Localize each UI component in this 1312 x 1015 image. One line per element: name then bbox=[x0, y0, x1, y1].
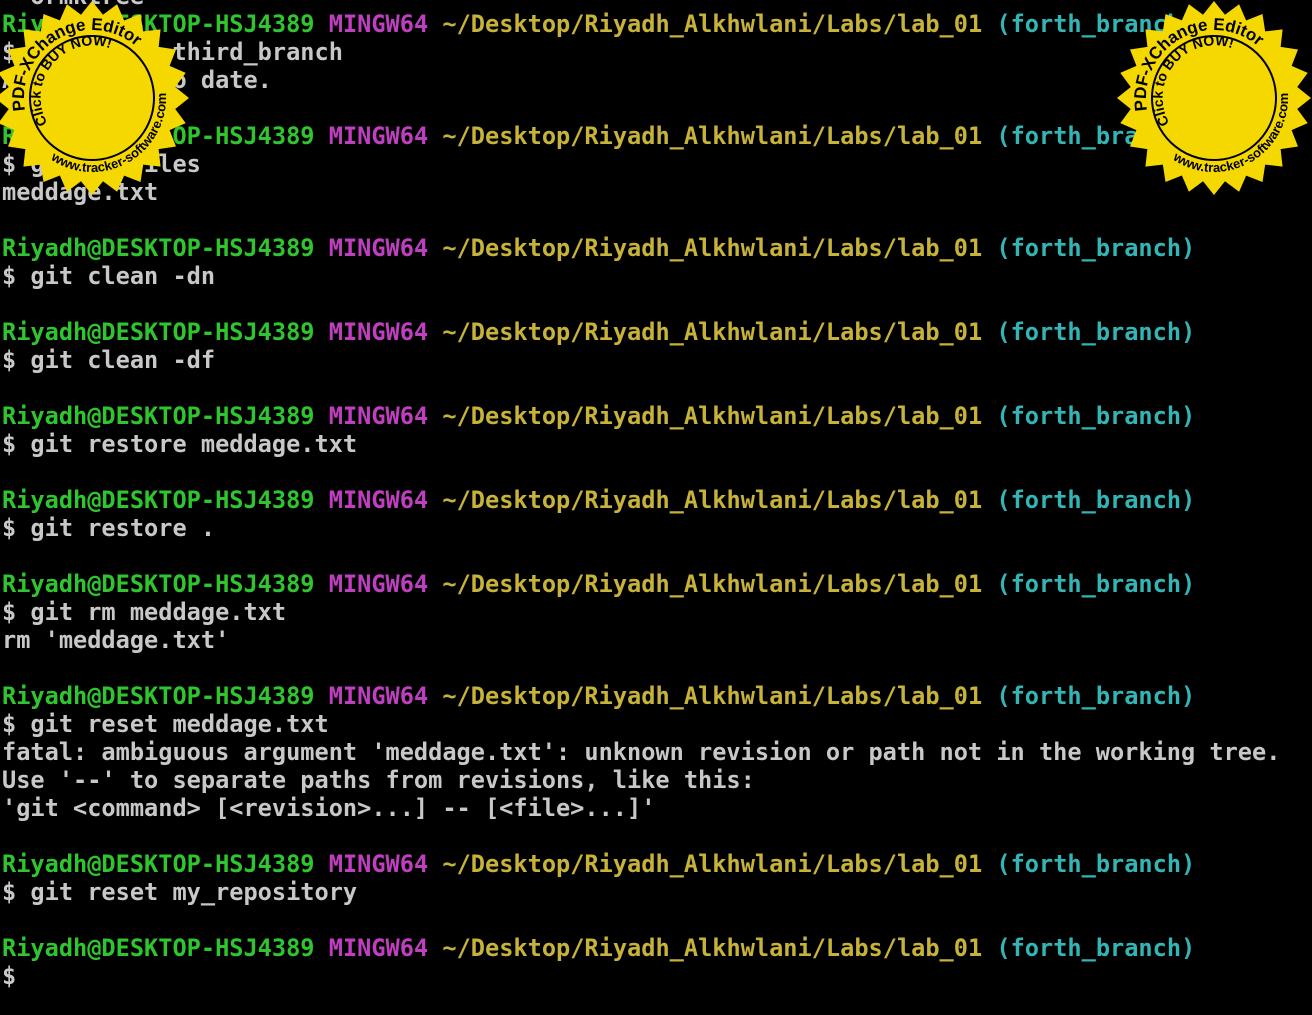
prompt-path: ~/Desktop/Riyadh_Alkhwlani/Labs/lab_01 bbox=[442, 402, 983, 430]
prompt-system: MINGW64 bbox=[328, 850, 429, 878]
prompt-user-host: Riyadh@DESKTOP-HSJ4389 bbox=[2, 934, 315, 962]
output-line: Use '--' to separate paths from revision… bbox=[2, 766, 755, 794]
prompt-branch: (forth_branch) bbox=[996, 934, 1196, 962]
output-line: rm 'meddage.txt' bbox=[2, 626, 230, 654]
command-line: $ git clean -df bbox=[2, 346, 216, 374]
prompt-line: Riyadh@DESKTOP-HSJ4389 MINGW64 ~/Desktop… bbox=[2, 318, 1280, 346]
output-line: Already up to date. bbox=[2, 66, 272, 94]
prompt-line: Riyadh@DESKTOP-HSJ4389 MINGW64 ~/Desktop… bbox=[2, 682, 1280, 710]
prompt-user-host: Riyadh@DESKTOP-HSJ4389 bbox=[2, 570, 315, 598]
prompt-branch: (forth_branch) bbox=[996, 402, 1196, 430]
prompt-path: ~/Desktop/Riyadh_Alkhwlani/Labs/lab_01 bbox=[442, 318, 983, 346]
prompt-user-host: Riyadh@DESKTOP-HSJ4389 bbox=[2, 402, 315, 430]
pdf-xchange-watermark-left[interactable]: PDF-XChange Editor Click to BUY NOW! www… bbox=[0, 0, 192, 198]
prompt-line: Riyadh@DESKTOP-HSJ4389 MINGW64 ~/Desktop… bbox=[2, 10, 1280, 38]
prompt-branch: (forth_branch) bbox=[996, 682, 1196, 710]
prompt-system: MINGW64 bbox=[328, 122, 429, 150]
command-line: $ git clean -dn bbox=[2, 262, 216, 290]
prompt-user-host: Riyadh@DESKTOP-HSJ4389 bbox=[2, 318, 315, 346]
prompt-branch: (forth_branch) bbox=[996, 850, 1196, 878]
command-line: $ git reset my_repository bbox=[2, 878, 358, 906]
prompt-system: MINGW64 bbox=[328, 234, 429, 262]
prompt-path: ~/Desktop/Riyadh_Alkhwlani/Labs/lab_01 bbox=[442, 122, 983, 150]
prompt-line: Riyadh@DESKTOP-HSJ4389 MINGW64 ~/Desktop… bbox=[2, 570, 1280, 598]
command-line: $ git ls-files bbox=[2, 150, 1280, 178]
prompt-path: ~/Desktop/Riyadh_Alkhwlani/Labs/lab_01 bbox=[442, 850, 983, 878]
prompt-line: Riyadh@DESKTOP-HSJ4389 MINGW64 ~/Desktop… bbox=[2, 402, 1280, 430]
pdf-xchange-watermark-right[interactable]: PDF-XChange Editor Click to BUY NOW! www… bbox=[1114, 0, 1312, 198]
prompt-branch: (forth_branch) bbox=[996, 570, 1196, 598]
prompt-path: ~/Desktop/Riyadh_Alkhwlani/Labs/lab_01 bbox=[442, 234, 983, 262]
output-line: meddage.txt bbox=[2, 178, 159, 206]
prompt-line: Riyadh@DESKTOP-HSJ4389 MINGW64 ~/Desktop… bbox=[2, 234, 1280, 262]
command-line: $ git restore . bbox=[2, 514, 216, 542]
prompt-line: Riyadh@DESKTOP-HSJ4389 MINGW64 ~/Desktop… bbox=[2, 934, 1280, 962]
prompt-system: MINGW64 bbox=[328, 10, 429, 38]
command-line: $ git rm meddage.txt bbox=[2, 598, 287, 626]
prompt-path: ~/Desktop/Riyadh_Alkhwlani/Labs/lab_01 bbox=[442, 486, 983, 514]
prompt-path: ~/Desktop/Riyadh_Alkhwlani/Labs/lab_01 bbox=[442, 570, 983, 598]
terminal-window[interactable]: ormktreeRiyadh@DESKTOP-HSJ4389 MINGW64 ~… bbox=[0, 0, 1312, 1015]
prompt-user-host: Riyadh@DESKTOP-HSJ4389 bbox=[2, 234, 315, 262]
command-line: $ bbox=[2, 962, 17, 990]
output-line: ormktree bbox=[2, 0, 1280, 10]
prompt-user-host: Riyadh@DESKTOP-HSJ4389 bbox=[2, 850, 315, 878]
prompt-user-host: Riyadh@DESKTOP-HSJ4389 bbox=[2, 682, 315, 710]
prompt-path: ~/Desktop/Riyadh_Alkhwlani/Labs/lab_01 bbox=[442, 934, 983, 962]
prompt-system: MINGW64 bbox=[328, 402, 429, 430]
prompt-path: ~/Desktop/Riyadh_Alkhwlani/Labs/lab_01 bbox=[442, 10, 983, 38]
output-line: fatal: ambiguous argument 'meddage.txt':… bbox=[2, 738, 1281, 766]
prompt-system: MINGW64 bbox=[328, 934, 429, 962]
prompt-system: MINGW64 bbox=[328, 486, 429, 514]
output-line: 'git <command> [<revision>...] -- [<file… bbox=[2, 794, 656, 822]
prompt-user-host: Riyadh@DESKTOP-HSJ4389 bbox=[2, 486, 315, 514]
prompt-path: ~/Desktop/Riyadh_Alkhwlani/Labs/lab_01 bbox=[442, 682, 983, 710]
prompt-line: Riyadh@DESKTOP-HSJ4389 MINGW64 ~/Desktop… bbox=[2, 486, 1280, 514]
prompt-line: Riyadh@DESKTOP-HSJ4389 MINGW64 ~/Desktop… bbox=[2, 850, 1280, 878]
prompt-branch: (forth_branch) bbox=[996, 234, 1196, 262]
prompt-system: MINGW64 bbox=[328, 570, 429, 598]
command-line: $ git reset meddage.txt bbox=[2, 710, 329, 738]
command-line: $ git restore meddage.txt bbox=[2, 430, 358, 458]
prompt-system: MINGW64 bbox=[328, 318, 429, 346]
prompt-line: Riyadh@DESKTOP-HSJ4389 MINGW64 ~/Desktop… bbox=[2, 122, 1280, 150]
prompt-branch: (forth_branch) bbox=[996, 318, 1196, 346]
command-line: $ git merge third_branch bbox=[2, 38, 343, 66]
prompt-branch: (forth_branch) bbox=[996, 486, 1196, 514]
terminal-output: ormktreeRiyadh@DESKTOP-HSJ4389 MINGW64 ~… bbox=[2, 0, 1280, 990]
prompt-system: MINGW64 bbox=[328, 682, 429, 710]
